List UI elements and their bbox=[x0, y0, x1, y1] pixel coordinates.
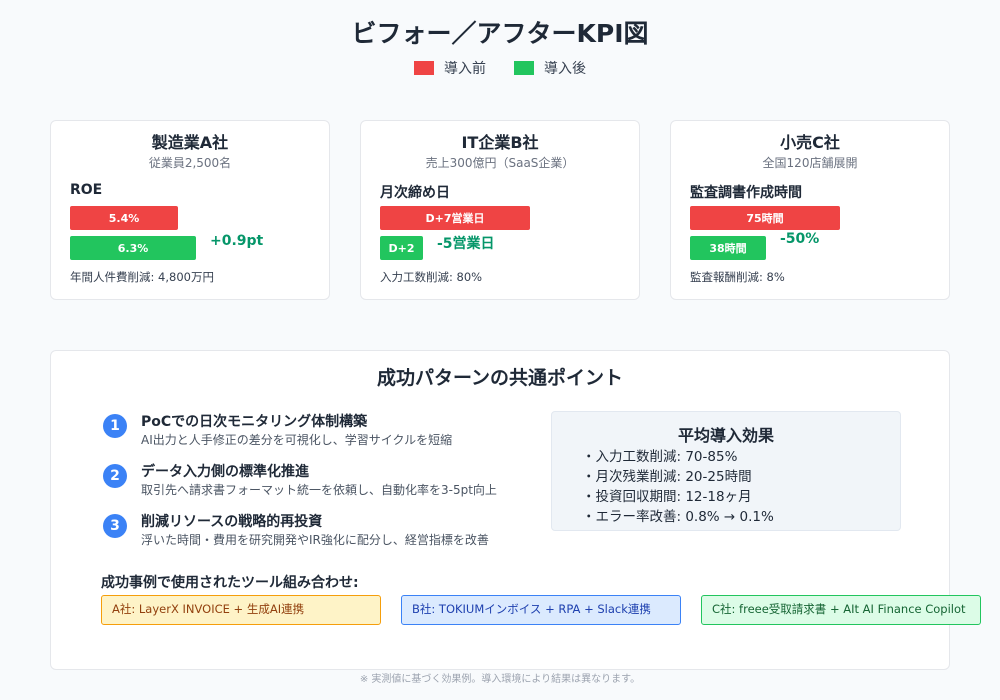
card-delta: +0.9pt bbox=[210, 233, 264, 249]
card-company-subtitle: 売上300億円（SaaS企業） bbox=[425, 156, 575, 170]
bar-before: 5.4% bbox=[70, 206, 178, 230]
point-item: 3 削減リソースの戦略的再投資 浮いた時間・費用を研究開発やIR強化に配分し、経… bbox=[103, 511, 523, 551]
card-company-subtitle: 全国120店舗展開 bbox=[762, 156, 858, 170]
bar-after: D+2 bbox=[380, 236, 423, 260]
point-description: 取引先へ請求書フォーマット統一を依頼し、自動化率を3-5pt向上 bbox=[141, 483, 497, 497]
legend-label-before: 導入前 bbox=[444, 61, 486, 77]
legend-item-before: 導入前 bbox=[414, 58, 486, 78]
card-metric-label: ROE bbox=[70, 182, 103, 198]
card-note: 年間人件費削減: 4,800万円 bbox=[70, 270, 214, 284]
average-effect-box: 平均導入効果 ・入力工数削減: 70-85% ・月次残業削減: 20-25時間 … bbox=[551, 411, 901, 531]
card-note: 入力工数削減: 80% bbox=[380, 270, 483, 284]
bar-after: 38時間 bbox=[690, 236, 766, 260]
card-delta: -5営業日 bbox=[437, 236, 495, 252]
point-number-badge: 2 bbox=[103, 464, 127, 488]
card-company-name: IT企業B社 bbox=[461, 133, 539, 152]
card-company-subtitle: 従業員2,500名 bbox=[148, 156, 232, 170]
point-description: AI出力と人手修正の差分を可視化し、学習サイクルを短縮 bbox=[141, 433, 453, 447]
legend-item-after: 導入後 bbox=[514, 58, 586, 78]
kpi-card-a: 製造業A社 従業員2,500名 ROE 5.4% 6.3% +0.9pt 年間人… bbox=[50, 120, 330, 300]
bar-before: 75時間 bbox=[690, 206, 840, 230]
point-title: PoCでの日次モニタリング体制構築 bbox=[141, 414, 368, 430]
card-company-name: 製造業A社 bbox=[151, 133, 229, 152]
panel-title: 成功パターンの共通ポイント bbox=[376, 367, 624, 389]
average-effect-item: ・投資回収期間: 12-18ヶ月 bbox=[582, 489, 752, 505]
average-effect-item: ・エラー率改善: 0.8% → 0.1% bbox=[582, 509, 774, 525]
bar-before: D+7営業日 bbox=[380, 206, 530, 230]
kpi-card-b: IT企業B社 売上300億円（SaaS企業） 月次締め日 D+7営業日 D+2 … bbox=[360, 120, 640, 300]
chart-legend: 導入前 導入後 bbox=[0, 58, 1000, 78]
tool-combo-a: A社: LayerX INVOICE + 生成AI連携 bbox=[101, 595, 381, 625]
page-title: ビフォー／アフターKPI図 bbox=[351, 19, 649, 48]
card-metric-label: 月次締め日 bbox=[380, 185, 450, 201]
point-title: 削減リソースの戦略的再投資 bbox=[141, 514, 323, 530]
kpi-card-c: 小売C社 全国120店舗展開 監査調書作成時間 75時間 38時間 -50% 監… bbox=[670, 120, 950, 300]
average-effect-title: 平均導入効果 bbox=[677, 426, 774, 445]
point-title: データ入力側の標準化推進 bbox=[141, 464, 309, 480]
card-company-name: 小売C社 bbox=[780, 133, 840, 152]
point-number-badge: 3 bbox=[103, 514, 127, 538]
average-effect-list: ・入力工数削減: 70-85% ・月次残業削減: 20-25時間 ・投資回収期間… bbox=[582, 447, 774, 527]
legend-swatch-before bbox=[414, 61, 434, 75]
point-item: 2 データ入力側の標準化推進 取引先へ請求書フォーマット統一を依頼し、自動化率を… bbox=[103, 461, 523, 501]
average-effect-item: ・月次残業削減: 20-25時間 bbox=[582, 469, 752, 485]
point-description: 浮いた時間・費用を研究開発やIR強化に配分し、経営指標を改善 bbox=[141, 533, 489, 547]
tools-label: 成功事例で使用されたツール組み合わせ: bbox=[101, 575, 359, 591]
point-item: 1 PoCでの日次モニタリング体制構築 AI出力と人手修正の差分を可視化し、学習… bbox=[103, 411, 523, 451]
bar-after: 6.3% bbox=[70, 236, 196, 260]
average-effect-item: ・入力工数削減: 70-85% bbox=[582, 449, 738, 465]
tool-combo-c: C社: freee受取請求書 + AIt AI Finance Copilot bbox=[701, 595, 981, 625]
card-metric-label: 監査調書作成時間 bbox=[690, 185, 802, 201]
point-number-badge: 1 bbox=[103, 414, 127, 438]
card-delta: -50% bbox=[780, 231, 820, 247]
tool-combo-b: B社: TOKIUMインボイス + RPA + Slack連携 bbox=[401, 595, 681, 625]
footnote: ※ 実測値に基づく効果例。導入環境により結果は異なります。 bbox=[359, 674, 641, 685]
legend-swatch-after bbox=[514, 61, 534, 75]
success-patterns-panel: 成功パターンの共通ポイント 1 PoCでの日次モニタリング体制構築 AI出力と人… bbox=[50, 350, 981, 670]
card-note: 監査報酬削減: 8% bbox=[690, 270, 785, 284]
legend-label-after: 導入後 bbox=[544, 61, 586, 77]
